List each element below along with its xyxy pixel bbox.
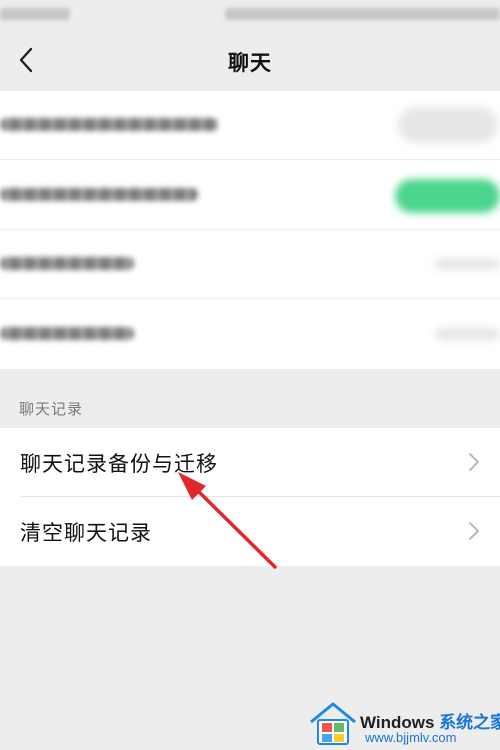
setting-row-1[interactable] — [0, 91, 500, 160]
row-divider — [0, 159, 500, 160]
list-item-label: 清空聊天记录 — [20, 521, 152, 545]
watermark-url: www.bjjmlv.com — [365, 730, 457, 745]
windows-logo-icon — [310, 702, 356, 745]
setting-row-2[interactable] — [0, 161, 500, 230]
setting-row-3[interactable] — [0, 230, 500, 299]
setting-label-blur — [0, 188, 198, 201]
section-header-chat-history: 聊天记录 — [19, 400, 84, 418]
toggle-switch-on[interactable] — [395, 179, 500, 213]
chevron-right-icon — [469, 453, 479, 471]
row-divider — [0, 298, 500, 299]
chat-history-card: 聊天记录备份与迁移 清空聊天记录 — [0, 428, 500, 566]
nav-bar: 聊天 — [0, 30, 500, 90]
list-item-backup-migrate[interactable]: 聊天记录备份与迁移 — [0, 428, 500, 497]
list-item-label: 聊天记录备份与迁移 — [20, 452, 218, 476]
list-item-clear-history[interactable]: 清空聊天记录 — [0, 497, 500, 566]
status-bar-right-blur — [225, 8, 500, 20]
row-value-blur — [435, 328, 500, 340]
setting-label-blur — [0, 257, 134, 270]
setting-label-blur — [0, 327, 134, 340]
setting-row-4[interactable] — [0, 300, 500, 369]
chevron-right-icon — [469, 522, 479, 540]
setting-label-blur — [0, 118, 218, 131]
settings-card — [0, 91, 500, 369]
watermark: Windows 系统之家 www.bjjmlv.com — [305, 696, 500, 750]
status-bar — [0, 0, 500, 30]
page-title: 聊天 — [228, 51, 272, 75]
status-bar-left-blur — [0, 8, 70, 20]
row-value-blur — [435, 258, 500, 270]
toggle-switch-off[interactable] — [398, 107, 498, 143]
